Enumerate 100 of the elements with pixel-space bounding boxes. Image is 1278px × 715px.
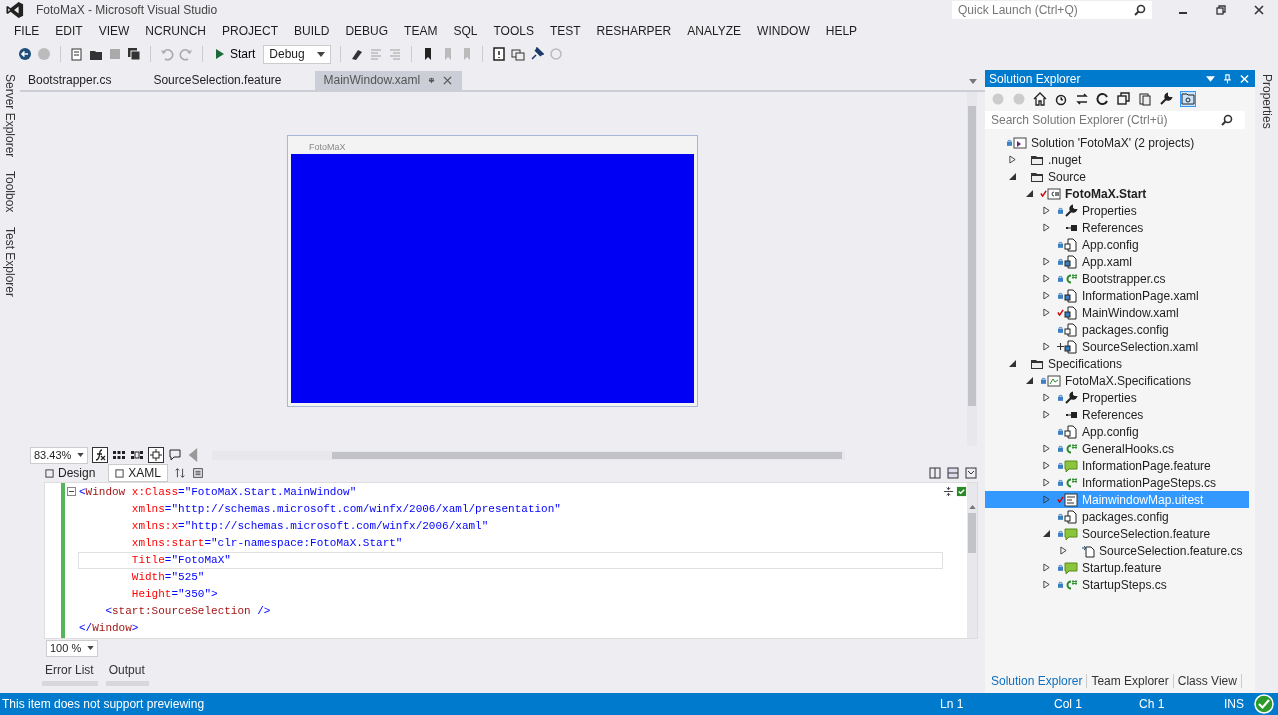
tree-item[interactable]: Bootstrapper.cs (985, 270, 1249, 287)
side-tab[interactable]: Toolbox (3, 171, 17, 213)
sync-icon[interactable] (1075, 92, 1089, 106)
tree-item[interactable]: Properties (985, 389, 1249, 406)
scroll-thumb[interactable] (332, 451, 843, 459)
view-tab[interactable]: XAML (108, 464, 169, 482)
menu-item[interactable]: HELP (817, 24, 866, 38)
expanded-arrow-icon[interactable] (1042, 530, 1050, 537)
menu-item[interactable]: SQL (445, 24, 486, 38)
tree-item[interactable]: Properties (985, 202, 1249, 219)
collapsed-arrow-icon[interactable] (1008, 155, 1016, 164)
collapsed-arrow-icon[interactable] (1042, 580, 1050, 589)
tree-item[interactable]: GeneralHooks.cs (985, 440, 1249, 457)
formula-icon[interactable] (92, 447, 109, 463)
zoom-dropdown[interactable]: 83.43% (30, 446, 89, 464)
side-tab[interactable]: Properties (1259, 74, 1274, 129)
menu-item[interactable]: EDIT (47, 24, 91, 38)
side-tab[interactable]: Test Explorer (3, 226, 17, 297)
tree-item[interactable]: InformationPage.feature (985, 457, 1249, 474)
menu-item[interactable]: TOOLS (485, 24, 542, 38)
collapse-all-icon[interactable] (1117, 92, 1131, 106)
menu-item[interactable]: NCRUNCH (137, 24, 215, 38)
tree-item[interactable]: StartupSteps.cs (985, 576, 1249, 593)
expanded-arrow-icon[interactable] (1025, 190, 1033, 197)
collapsed-arrow-icon[interactable] (1042, 563, 1050, 572)
view-tab[interactable]: Design (38, 464, 103, 482)
side-tab[interactable]: Server Explorer (3, 74, 17, 158)
split-handle-icon[interactable] (943, 486, 954, 497)
collapsed-arrow-icon[interactable] (1042, 223, 1050, 232)
scroll-thumb[interactable] (968, 106, 976, 406)
home-icon[interactable] (1033, 92, 1047, 106)
tree-item[interactable]: Source (985, 168, 1249, 185)
tree-item[interactable]: .nuget (985, 151, 1249, 168)
collapsed-arrow-icon[interactable] (1042, 291, 1050, 300)
tree-item[interactable]: App.xaml (985, 253, 1249, 270)
expanded-arrow-icon[interactable] (1008, 360, 1016, 367)
new-project-icon[interactable] (70, 47, 84, 61)
collapsed-arrow-icon[interactable] (1042, 274, 1050, 283)
tree-item[interactable]: InformationPageSteps.cs (985, 474, 1249, 491)
wrench-icon[interactable] (1159, 92, 1173, 106)
menu-item[interactable]: ANALYZE (679, 24, 750, 38)
search-field[interactable]: Search Solution Explorer (Ctrl+ü) (985, 111, 1245, 129)
menu-item[interactable]: TEAM (396, 24, 446, 38)
collapse-pane-icon[interactable] (965, 467, 977, 479)
menu-item[interactable]: WINDOW (749, 24, 818, 38)
panel-tab[interactable]: Solution Explorer (987, 674, 1088, 688)
windows-icon[interactable] (510, 47, 525, 61)
tree-item[interactable]: SourceSelection.feature.cs (985, 542, 1249, 559)
swap-icon[interactable] (174, 467, 187, 479)
tree-item[interactable]: References (985, 219, 1249, 236)
collapsed-arrow-icon[interactable] (1042, 393, 1050, 402)
collapsed-arrow-icon[interactable] (1042, 461, 1050, 470)
collapsed-arrow-icon[interactable] (1042, 410, 1050, 419)
document-tab[interactable]: SourceSelection.feature (145, 71, 292, 90)
start-button[interactable]: Start (212, 47, 259, 61)
menu-item[interactable]: PROJECT (214, 24, 287, 38)
tree-item[interactable]: SourceSelection.xaml (985, 338, 1249, 355)
tree-item[interactable]: packages.config (985, 508, 1249, 525)
menu-item[interactable]: DEBUG (337, 24, 397, 38)
preview-icon[interactable] (1180, 91, 1196, 107)
tree-item[interactable]: Solution 'FotoMaX' (2 projects) (985, 134, 1249, 151)
panel-tab[interactable]: Team Explorer (1087, 674, 1174, 688)
expanded-arrow-icon[interactable] (1025, 377, 1033, 384)
collapsed-arrow-icon[interactable] (1042, 308, 1050, 317)
comment-icon[interactable] (168, 448, 183, 462)
zoom-dropdown[interactable]: 100 % (46, 639, 99, 657)
tree-item[interactable]: MainWindow.xaml (985, 304, 1249, 321)
menu-item[interactable]: BUILD (286, 24, 338, 38)
panel-tab[interactable]: Class View (1173, 674, 1242, 688)
expanded-arrow-icon[interactable] (1008, 173, 1016, 180)
scroll-thumb[interactable] (968, 513, 976, 553)
horizontal-split-icon[interactable] (947, 467, 959, 479)
tab-overflow-icon[interactable] (969, 79, 977, 84)
back-icon[interactable] (18, 47, 32, 61)
split-icon[interactable] (192, 467, 205, 479)
tree-item[interactable]: FotoMaX.Start (985, 185, 1249, 202)
menu-item[interactable]: VIEW (90, 24, 138, 38)
history-icon[interactable] (1054, 92, 1068, 106)
collapsed-arrow-icon[interactable] (1042, 342, 1050, 351)
collapsed-arrow-icon[interactable] (1042, 495, 1050, 504)
vertical-scrollbar[interactable] (967, 483, 977, 638)
tree-item[interactable]: App.config (985, 236, 1249, 253)
vertical-split-icon[interactable] (929, 467, 941, 479)
dropdown-icon[interactable] (1206, 73, 1215, 84)
configuration-dropdown[interactable]: Debug (263, 44, 331, 64)
tree-item[interactable]: Specifications (985, 355, 1249, 372)
collapsed-arrow-icon[interactable] (1042, 444, 1050, 453)
save-all-icon[interactable] (127, 47, 141, 61)
collapsed-arrow-icon[interactable] (1059, 546, 1067, 555)
close-icon[interactable] (443, 75, 453, 85)
horizontal-scrollbar[interactable] (212, 450, 845, 460)
tree-item[interactable]: Startup.feature (985, 559, 1249, 576)
tree-item[interactable]: InformationPage.xaml (985, 287, 1249, 304)
grid-icon[interactable] (112, 448, 127, 462)
collapsed-arrow-icon[interactable] (1042, 206, 1050, 215)
tree-item[interactable]: App.config (985, 423, 1249, 440)
close-button[interactable] (1253, 4, 1265, 16)
document-tab[interactable]: MainWindow.xaml (315, 71, 463, 90)
tree-item[interactable]: packages.config (985, 321, 1249, 338)
scroll-up-icon[interactable] (968, 505, 976, 509)
